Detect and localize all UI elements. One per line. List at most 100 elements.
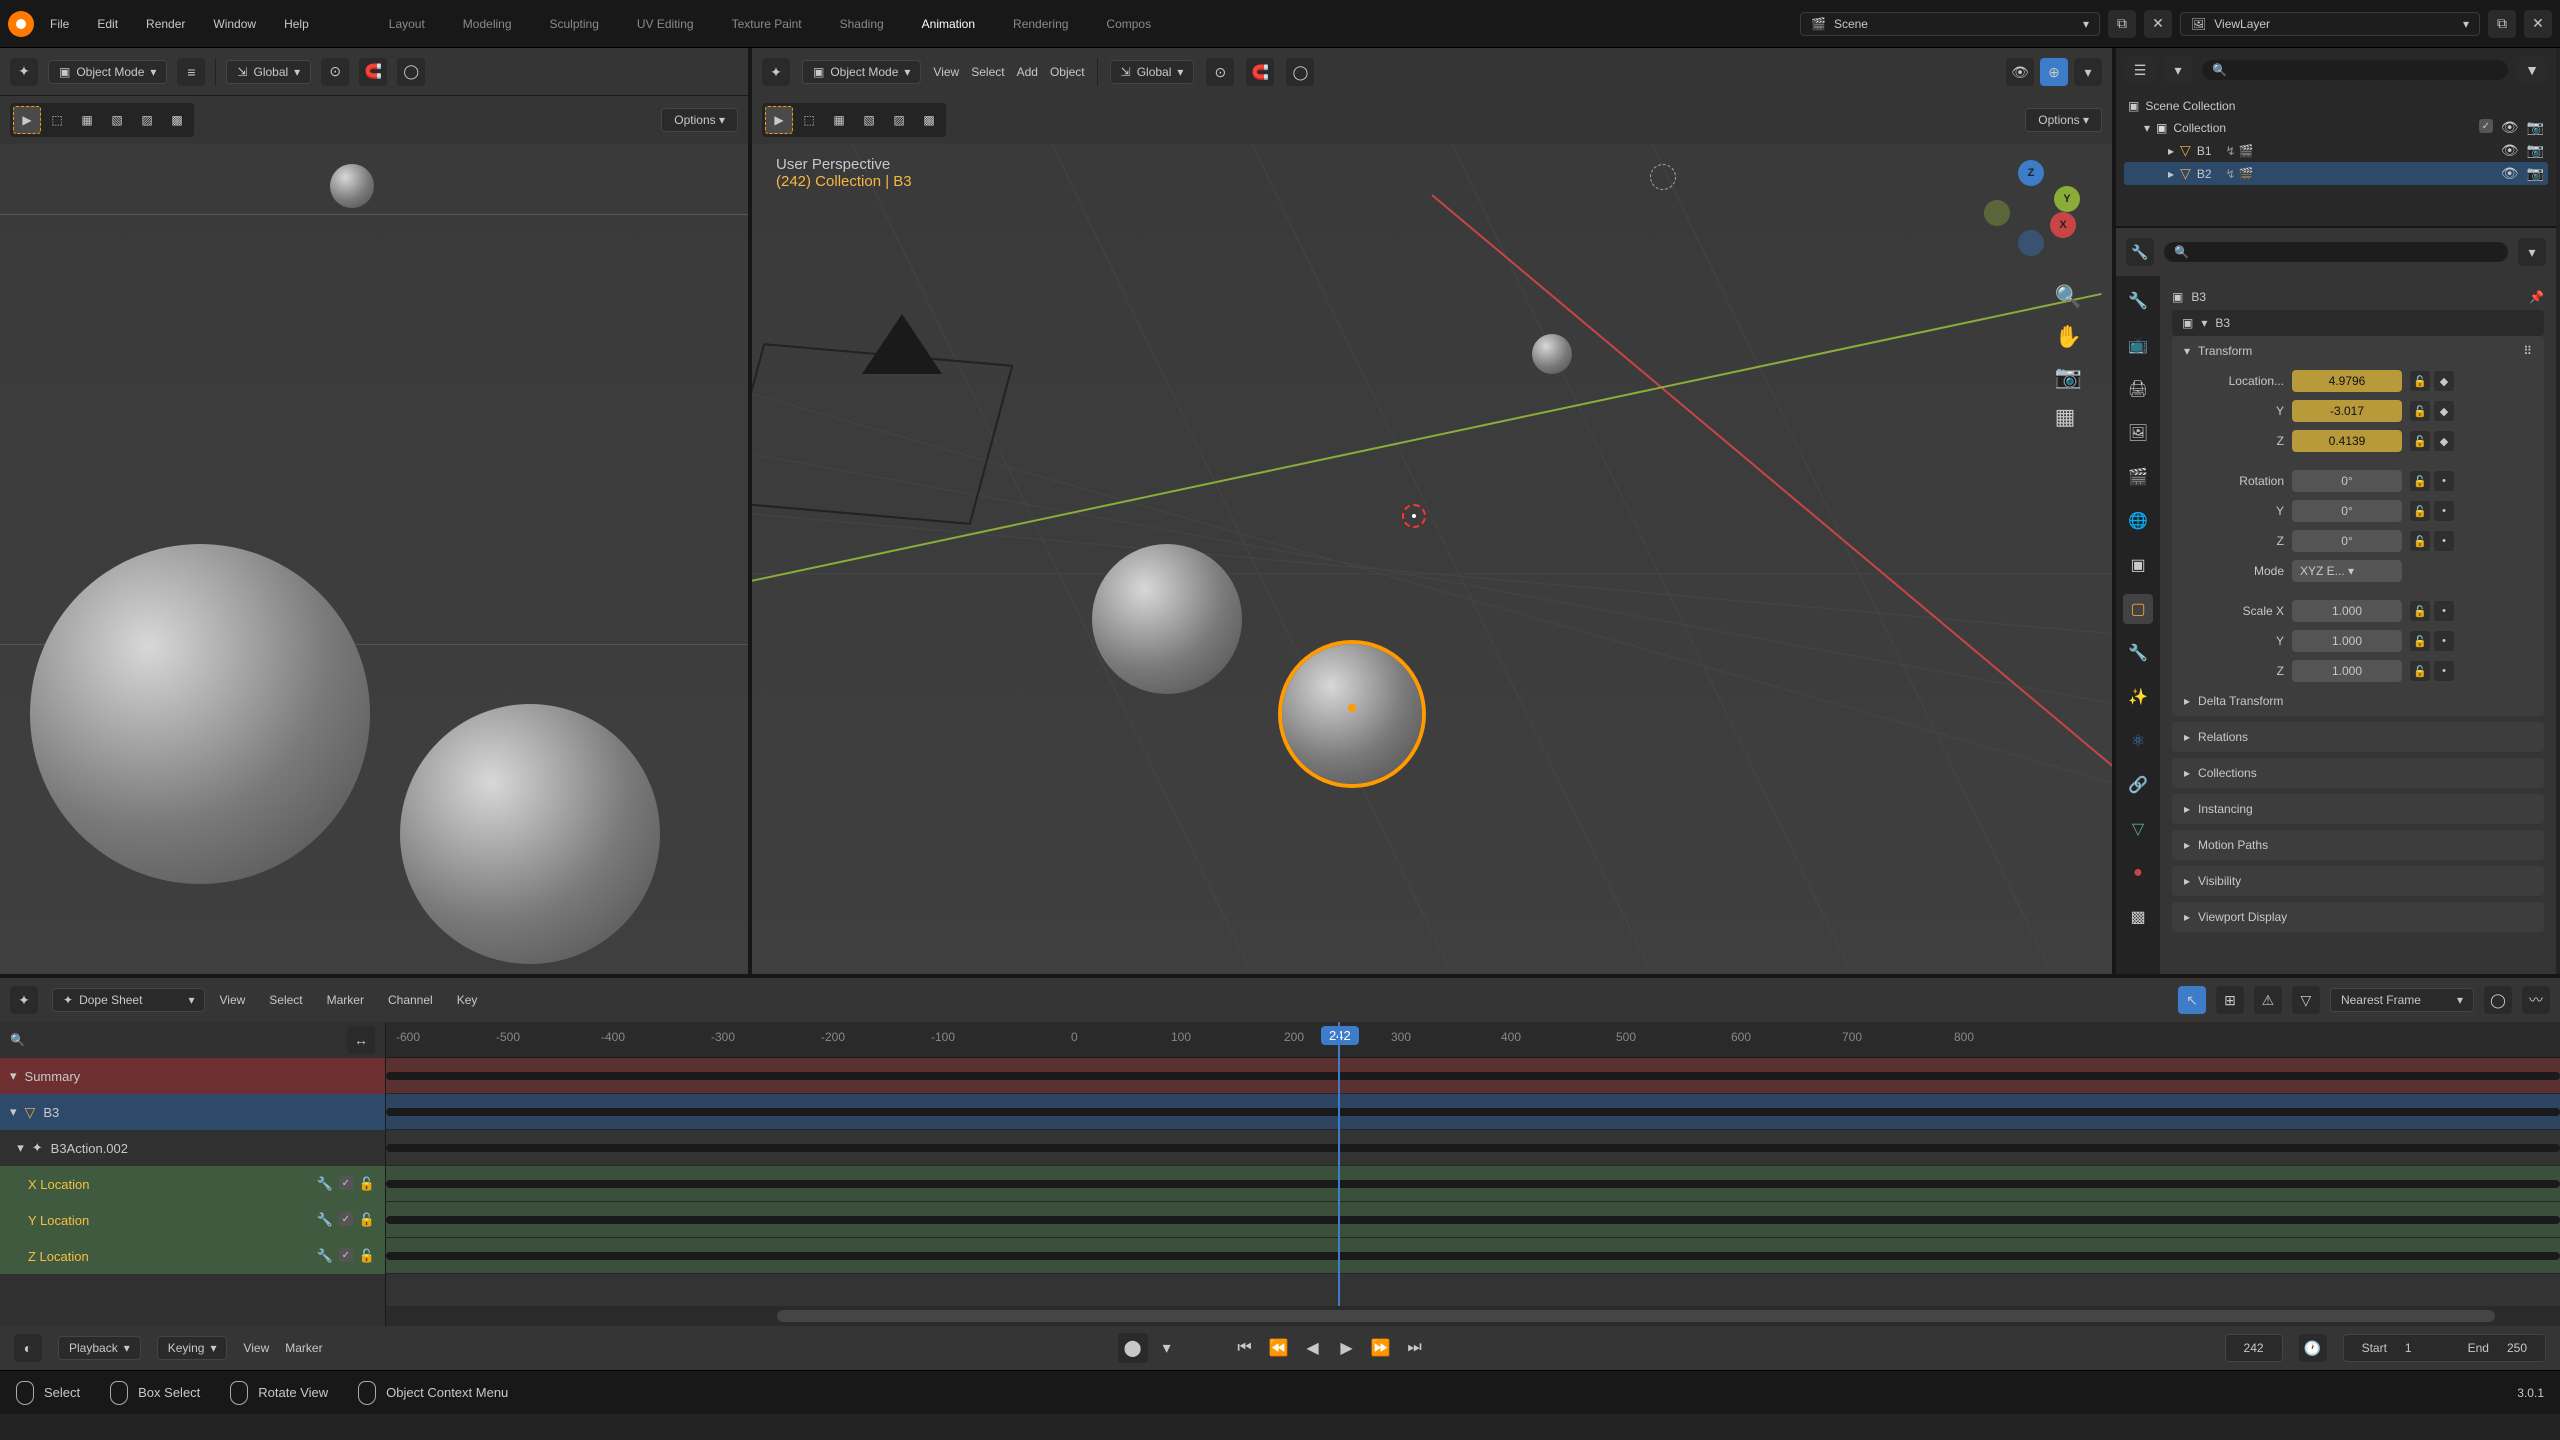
- tab-physics-icon[interactable]: ⚛: [2123, 726, 2153, 756]
- sphere-far[interactable]: [330, 164, 374, 208]
- object-name-field[interactable]: ▣▾ B3: [2172, 310, 2544, 336]
- channel-yloc[interactable]: Y Location🔧✓🔓: [0, 1202, 385, 1238]
- display-mode-icon[interactable]: ▾: [2164, 56, 2192, 84]
- outliner-type-icon[interactable]: ☰: [2126, 56, 2154, 84]
- relations-header[interactable]: ▸ Relations: [2172, 722, 2544, 752]
- tab-world-icon[interactable]: 🌐: [2123, 506, 2153, 536]
- overlay-icon[interactable]: ▾: [2074, 58, 2102, 86]
- motion-paths-header[interactable]: ▸ Motion Paths: [2172, 830, 2544, 860]
- menu-file[interactable]: File: [50, 17, 69, 31]
- editor-type-icon[interactable]: ✦: [762, 58, 790, 86]
- tab-texture-icon[interactable]: ▩: [2123, 902, 2153, 932]
- channel-xloc[interactable]: X Location🔧✓🔓: [0, 1166, 385, 1202]
- pivot-icon[interactable]: ⊙: [321, 58, 349, 86]
- box-select-icon[interactable]: ⬚: [795, 106, 823, 134]
- snap-mode[interactable]: Nearest Frame▾: [2330, 988, 2474, 1012]
- tab-object-icon[interactable]: ▢: [2123, 594, 2153, 624]
- sphere-b3-selected[interactable]: [1282, 644, 1422, 784]
- proportional-icon[interactable]: ◯: [2484, 986, 2512, 1014]
- rotation-mode-field[interactable]: XYZ E... ▾: [2292, 560, 2402, 582]
- play-reverse-icon[interactable]: ◀: [1298, 1333, 1328, 1363]
- filter-icon[interactable]: ▽: [2292, 986, 2320, 1014]
- filter-icon[interactable]: ▼: [2518, 56, 2546, 84]
- sphere-big[interactable]: [30, 544, 370, 884]
- jump-start-icon[interactable]: ⏮: [1230, 1333, 1260, 1363]
- tab-output-icon[interactable]: 🖨: [2123, 374, 2153, 404]
- options-dropdown-left[interactable]: Options ▾: [661, 108, 738, 132]
- keyframe-icon[interactable]: ◆: [2434, 371, 2454, 391]
- tweak-tool-icon[interactable]: ▶: [13, 106, 41, 134]
- scale-z-field[interactable]: 1.000: [2292, 660, 2402, 682]
- tweak-tool-icon[interactable]: ▶: [765, 106, 793, 134]
- object-row[interactable]: ▾ ▽ B3: [0, 1094, 385, 1130]
- proportional-icon[interactable]: ◯: [397, 58, 425, 86]
- playhead-line[interactable]: [1338, 1022, 1340, 1326]
- tab-modifiers-icon[interactable]: 🔧: [2123, 638, 2153, 668]
- scale-y-field[interactable]: 1.000: [2292, 630, 2402, 652]
- tab-particles-icon[interactable]: ✨: [2123, 682, 2153, 712]
- tab-constraints-icon[interactable]: 🔗: [2123, 770, 2153, 800]
- menu-add[interactable]: Add: [1017, 65, 1038, 79]
- light-icon[interactable]: [1650, 164, 1676, 190]
- menu-select[interactable]: Select: [971, 65, 1004, 79]
- extend-select-icon[interactable]: ▦: [825, 106, 853, 134]
- instancing-header[interactable]: ▸ Instancing: [2172, 794, 2544, 824]
- tree-item-b2[interactable]: ▸▽ B2 ↯ 🎬 👁📷: [2124, 162, 2548, 185]
- autokey-icon[interactable]: ⬤: [1118, 1333, 1148, 1363]
- menu-edit[interactable]: Edit: [97, 17, 118, 31]
- play-icon[interactable]: ▶: [1332, 1333, 1362, 1363]
- jump-prev-keyframe-icon[interactable]: ⏪: [1264, 1333, 1294, 1363]
- dope-menu-channel[interactable]: Channel: [388, 993, 433, 1007]
- pan-icon[interactable]: ✋: [2055, 324, 2082, 350]
- tree-item-b1[interactable]: ▸▽ B1 ↯ 🎬 👁📷: [2124, 139, 2548, 162]
- auto-snap-icon[interactable]: 〰: [2522, 986, 2550, 1014]
- menu-object[interactable]: Object: [1050, 65, 1085, 79]
- range-field[interactable]: Start1 End250: [2343, 1334, 2546, 1362]
- tab-compositing[interactable]: Compos: [1106, 17, 1151, 31]
- cursor-tool-icon[interactable]: ↖: [2178, 986, 2206, 1014]
- sphere-b1[interactable]: [1532, 334, 1572, 374]
- camera-icon[interactable]: 📷: [2527, 119, 2544, 136]
- menu-render[interactable]: Render: [146, 17, 185, 31]
- intersect-select-icon[interactable]: ▨: [885, 106, 913, 134]
- gizmo-z-icon[interactable]: Z: [2018, 160, 2044, 186]
- tab-viewlayer-icon[interactable]: 🖼: [2123, 418, 2153, 448]
- eye-icon[interactable]: 👁: [2501, 142, 2519, 159]
- dope-menu-view[interactable]: View: [219, 993, 245, 1007]
- layer-close-icon[interactable]: ✕: [2524, 10, 2552, 38]
- mute-checkbox[interactable]: ✓: [339, 1176, 353, 1190]
- channel-search-input[interactable]: [33, 1033, 339, 1048]
- keying-menu[interactable]: Keying ▾: [157, 1336, 228, 1360]
- summary-icon[interactable]: ⊞: [2216, 986, 2244, 1014]
- editor-type-icon[interactable]: ◐: [14, 1334, 42, 1362]
- jump-end-icon[interactable]: ⏭: [1400, 1333, 1430, 1363]
- visibility-header[interactable]: ▸ Visibility: [2172, 866, 2544, 896]
- invert-select-icon[interactable]: ▩: [163, 106, 191, 134]
- tree-scene-collection[interactable]: ▣ Scene Collection: [2124, 96, 2548, 116]
- transform-header[interactable]: ▾ Transform⠿: [2172, 336, 2544, 366]
- jump-next-keyframe-icon[interactable]: ⏩: [1366, 1333, 1396, 1363]
- intersect-select-icon[interactable]: ▨: [133, 106, 161, 134]
- scene-close-icon[interactable]: ✕: [2144, 10, 2172, 38]
- props-type-icon[interactable]: 🔧: [2126, 238, 2154, 266]
- dope-mode-selector[interactable]: ✦ Dope Sheet▾: [52, 988, 205, 1012]
- show-errors-icon[interactable]: ⚠: [2254, 986, 2282, 1014]
- gizmo-x-icon[interactable]: X: [2050, 212, 2076, 238]
- mode-selector-left[interactable]: ▣ Object Mode▾: [48, 60, 167, 84]
- frame-ruler[interactable]: -600 -500 -400 -300 -200 -100 0 100 200 …: [386, 1022, 2560, 1058]
- summary-row[interactable]: ▾ Summary: [0, 1058, 385, 1094]
- location-x-field[interactable]: 4.9796: [2292, 370, 2402, 392]
- menu-window[interactable]: Window: [213, 17, 256, 31]
- camera-icon[interactable]: 📷: [2527, 165, 2544, 182]
- dope-menu-select[interactable]: Select: [269, 993, 302, 1007]
- tab-tool-icon[interactable]: 🔧: [2123, 286, 2153, 316]
- action-row[interactable]: ▾ ✦ B3Action.002: [0, 1130, 385, 1166]
- sphere-b2[interactable]: [1092, 544, 1242, 694]
- collections-header[interactable]: ▸ Collections: [2172, 758, 2544, 788]
- gizmo-y-icon[interactable]: Y: [2054, 186, 2080, 212]
- subtract-select-icon[interactable]: ▧: [103, 106, 131, 134]
- scale-x-field[interactable]: 1.000: [2292, 600, 2402, 622]
- tab-data-icon[interactable]: ▽: [2123, 814, 2153, 844]
- camera-icon[interactable]: 📷: [2527, 142, 2544, 159]
- scene-copy-icon[interactable]: ⧉: [2108, 10, 2136, 38]
